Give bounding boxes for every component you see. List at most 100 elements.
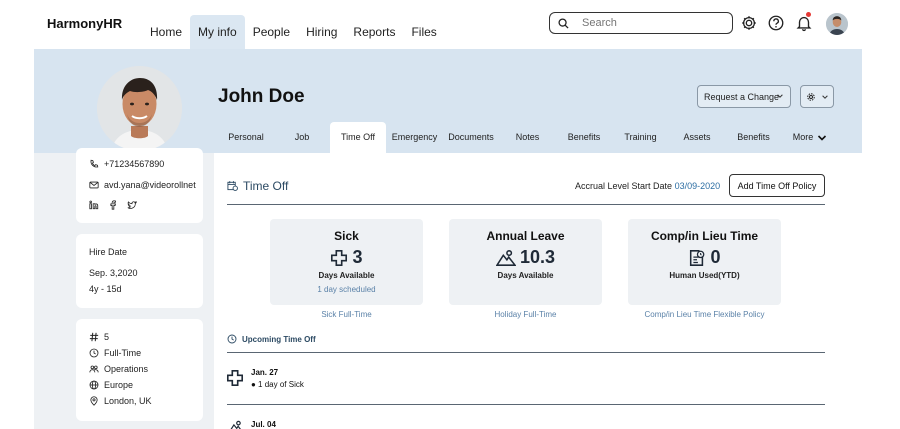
- document-clock-icon: [690, 249, 705, 266]
- upcoming-event-desc: ● 1 day of Sick: [251, 380, 304, 389]
- question-icon[interactable]: [767, 14, 785, 32]
- tab-documents[interactable]: Documents: [443, 122, 499, 153]
- balance-value: 0: [710, 247, 721, 267]
- location-row: London, UK: [89, 396, 152, 406]
- tab-benefits-2[interactable]: Benefits: [725, 122, 782, 153]
- chevron-down-icon: [818, 134, 827, 141]
- twitter-icon[interactable]: [127, 200, 137, 210]
- profile-settings-button[interactable]: [800, 85, 834, 108]
- tab-training[interactable]: Training: [612, 122, 669, 153]
- hire-date-label: Hire Date: [89, 247, 128, 257]
- top-nav: HarmonyHR Home My info People Hiring Rep…: [0, 0, 900, 49]
- nav-home[interactable]: Home: [142, 15, 190, 49]
- mountain-icon: [495, 249, 516, 266]
- accrual-label: Accrual Level Start Date: [575, 181, 673, 191]
- medical-cross-icon: [226, 369, 244, 387]
- accrual-date[interactable]: 03/09-2020: [675, 181, 721, 191]
- balance-subtitle: Days Available: [497, 271, 554, 280]
- tab-personal[interactable]: Personal: [218, 122, 274, 153]
- contact-card: +71234567890 avd.yana@videorollnet: [76, 148, 203, 223]
- nav-my-info[interactable]: My info: [190, 15, 245, 49]
- request-change-label: Request a Change: [704, 91, 780, 102]
- hire-date-card: Hire Date Sep. 3,2020 4y - 15d: [76, 234, 203, 308]
- tab-more[interactable]: More: [782, 122, 838, 153]
- employee-info-card: 5 Full-Time Operations Europe London, UK: [76, 319, 203, 421]
- main-nav: Home My info People Hiring Reports Files: [142, 15, 445, 49]
- clock-icon: [227, 334, 237, 344]
- nav-files[interactable]: Files: [403, 15, 444, 49]
- employee-name: John Doe: [218, 86, 305, 107]
- section-divider: [227, 204, 825, 205]
- search-input[interactable]: [582, 15, 722, 31]
- tab-assets[interactable]: Assets: [669, 122, 725, 153]
- linkedin-icon[interactable]: [89, 200, 99, 210]
- brand-logo: HarmonyHR: [47, 16, 123, 31]
- social-links: [89, 200, 137, 210]
- nav-reports[interactable]: Reports: [345, 15, 403, 49]
- clock-icon: [89, 348, 99, 358]
- team-icon: [89, 365, 99, 373]
- section-title: Time Off: [243, 179, 289, 193]
- location-pin-icon: [90, 396, 98, 406]
- gear-icon: [807, 93, 815, 101]
- scheduled-link[interactable]: 1 day scheduled: [270, 285, 423, 294]
- email-address[interactable]: avd.yana@videorollnet: [104, 180, 196, 190]
- profile-tabs: Personal Job Time Off Emergency Document…: [218, 122, 838, 153]
- upcoming-event-date: Jan. 27: [251, 368, 279, 377]
- accrual-start-date: Accrual Level Start Date 03/09-2020: [575, 181, 720, 191]
- phone-icon: [90, 159, 99, 168]
- medical-cross-icon: [331, 249, 348, 266]
- email-row: avd.yana@videorollnet: [89, 180, 196, 190]
- upcoming-divider: [227, 352, 825, 353]
- upcoming-divider-2: [227, 404, 825, 405]
- chevron-down-icon: [777, 94, 783, 98]
- tab-notes[interactable]: Notes: [499, 122, 556, 153]
- balance-value: 10.3: [519, 247, 556, 267]
- nav-people[interactable]: People: [245, 15, 298, 49]
- policy-link-sick[interactable]: Sick Full-Time: [270, 310, 423, 319]
- hash-icon: [89, 332, 99, 342]
- policy-link-annual-leave[interactable]: Holiday Full-Time: [449, 310, 602, 319]
- request-change-button[interactable]: Request a Change: [697, 85, 791, 108]
- chevron-down-icon: [822, 95, 828, 99]
- tab-time-off[interactable]: Time Off: [330, 122, 386, 153]
- facebook-icon[interactable]: [108, 200, 118, 210]
- location: London, UK: [104, 396, 152, 406]
- balance-title: Annual Leave: [486, 229, 565, 243]
- balance-subtitle: Human Used(YTD): [669, 271, 740, 280]
- balance-card-sick[interactable]: Sick 3 Days Available 1 day scheduled: [270, 219, 423, 305]
- region-row: Europe: [89, 380, 133, 390]
- balance-card-comp-time[interactable]: Comp/in Lieu Time 0 Human Used(YTD): [628, 219, 781, 305]
- add-time-off-policy-button[interactable]: Add Time Off Policy: [729, 174, 825, 197]
- search-box[interactable]: [549, 12, 733, 34]
- nav-hiring[interactable]: Hiring: [298, 15, 345, 49]
- region: Europe: [104, 380, 134, 390]
- balance-value-row: 10.3: [449, 247, 602, 268]
- balance-value-row: 3: [270, 247, 423, 268]
- employee-id-row: 5: [89, 332, 109, 342]
- phone-number[interactable]: +71234567890: [104, 159, 164, 169]
- balance-title: Comp/in Lieu Time: [650, 229, 759, 243]
- balance-subtitle: Days Available: [318, 271, 375, 280]
- tab-emergency[interactable]: Emergency: [386, 122, 443, 153]
- mountain-icon: [230, 420, 241, 429]
- upcoming-event-date: Jul. 04: [251, 420, 276, 429]
- balance-card-annual-leave[interactable]: Annual Leave 10.3 Days Available: [449, 219, 602, 305]
- search-icon: [558, 18, 569, 29]
- employment-type: Full-Time: [104, 348, 142, 358]
- bell-icon[interactable]: [795, 14, 813, 32]
- phone-row: +71234567890: [89, 159, 164, 169]
- tab-benefits[interactable]: Benefits: [556, 122, 612, 153]
- upcoming-time-off-heading: Upcoming Time Off: [227, 334, 316, 344]
- balance-value: 3: [352, 247, 363, 267]
- tab-job[interactable]: Job: [274, 122, 330, 153]
- tenure-value: 4y - 15d: [89, 284, 122, 294]
- notification-dot: [806, 12, 811, 17]
- balance-title: Sick: [334, 229, 359, 243]
- employee-id: 5: [104, 332, 110, 342]
- gear-icon[interactable]: [740, 14, 758, 32]
- globe-icon: [89, 380, 99, 390]
- upcoming-label: Upcoming Time Off: [242, 334, 316, 344]
- policy-link-comp-time[interactable]: Comp/in Lieu Time Flexible Policy: [612, 310, 797, 319]
- avatar[interactable]: [826, 13, 848, 35]
